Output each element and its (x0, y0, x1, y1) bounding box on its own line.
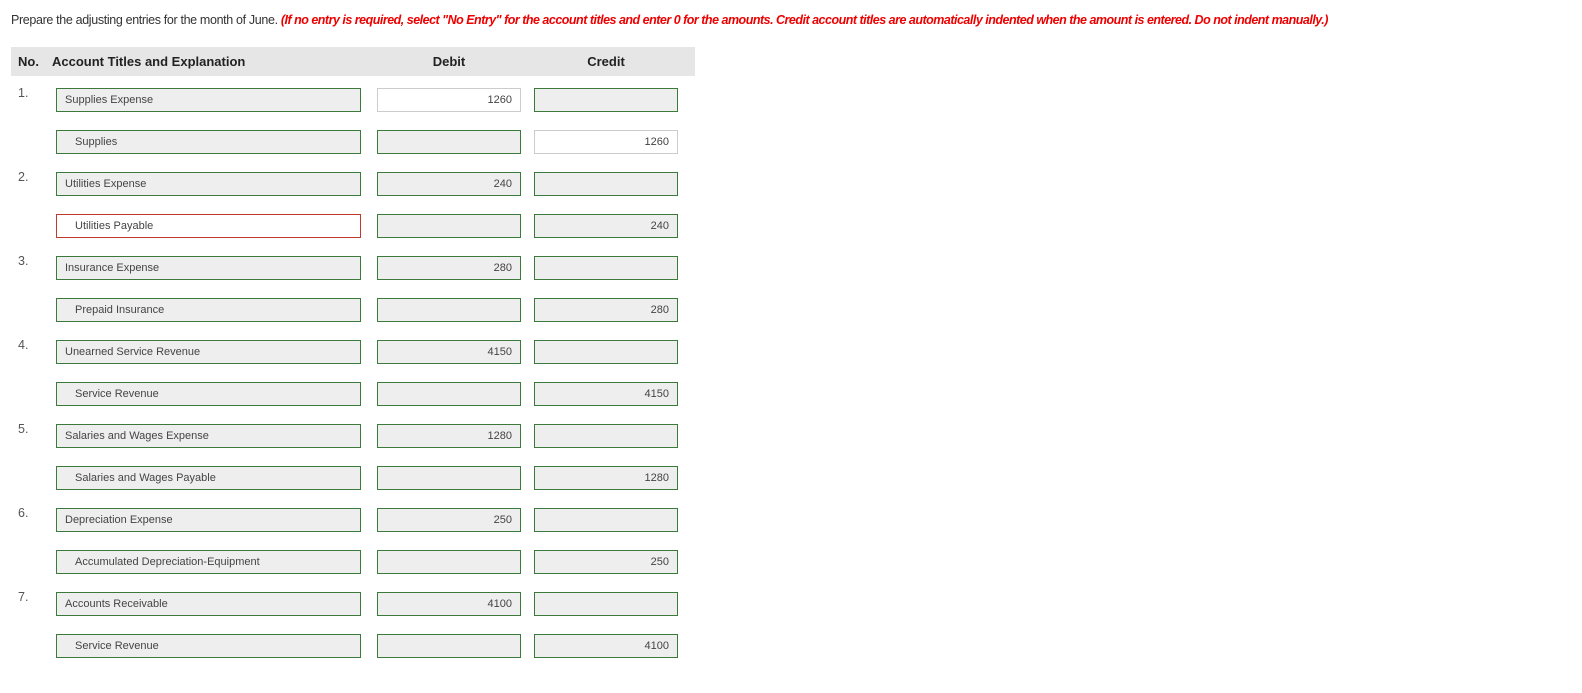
credit-input[interactable] (534, 424, 678, 448)
debit-input[interactable] (377, 634, 521, 658)
debit-input[interactable] (377, 382, 521, 406)
credit-input[interactable]: 4100 (534, 634, 678, 658)
debit-input[interactable]: 4100 (377, 592, 521, 616)
table-body: 1. Supplies Expense 1260 Supplies 1260 2… (11, 76, 695, 669)
table-row: 6. Depreciation Expense 250 (11, 501, 695, 543)
credit-input[interactable]: 1280 (534, 466, 678, 490)
table-row: 5. Salaries and Wages Expense 1280 (11, 417, 695, 459)
debit-input[interactable]: 4150 (377, 340, 521, 364)
credit-input[interactable] (534, 88, 678, 112)
debit-input[interactable] (377, 130, 521, 154)
account-title-input[interactable]: Unearned Service Revenue (56, 340, 361, 364)
debit-input[interactable] (377, 466, 521, 490)
entry-number: 3. (18, 254, 29, 268)
instructions: Prepare the adjusting entries for the mo… (11, 13, 1328, 27)
header-debit: Debit (432, 54, 466, 69)
header-no: No. (18, 54, 39, 69)
header-credit: Credit (587, 54, 625, 69)
table-row: Service Revenue 4100 (11, 627, 695, 669)
table-row: 3. Insurance Expense 280 (11, 249, 695, 291)
credit-input[interactable] (534, 256, 678, 280)
credit-input[interactable]: 280 (534, 298, 678, 322)
debit-input[interactable] (377, 298, 521, 322)
journal-entry-table: No. Account Titles and Explanation Debit… (11, 47, 695, 669)
table-header: No. Account Titles and Explanation Debit… (11, 47, 695, 76)
account-title-input[interactable]: Utilities Expense (56, 172, 361, 196)
table-row: Utilities Payable 240 (11, 207, 695, 249)
table-row: 2. Utilities Expense 240 (11, 165, 695, 207)
account-title-input[interactable]: Accumulated Depreciation-Equipment (56, 550, 361, 574)
credit-input[interactable]: 4150 (534, 382, 678, 406)
credit-input[interactable] (534, 592, 678, 616)
table-row: 7. Accounts Receivable 4100 (11, 585, 695, 627)
credit-input[interactable]: 250 (534, 550, 678, 574)
debit-input[interactable]: 240 (377, 172, 521, 196)
instructions-note: (If no entry is required, select "No Ent… (280, 13, 1329, 27)
debit-input[interactable] (377, 550, 521, 574)
credit-input[interactable] (534, 508, 678, 532)
table-row: Supplies 1260 (11, 123, 695, 165)
entry-number: 6. (18, 506, 29, 520)
debit-input[interactable] (377, 214, 521, 238)
account-title-input[interactable]: Salaries and Wages Payable (56, 466, 361, 490)
account-title-input[interactable]: Service Revenue (56, 382, 361, 406)
account-title-input[interactable]: Prepaid Insurance (56, 298, 361, 322)
credit-input[interactable]: 240 (534, 214, 678, 238)
entry-number: 7. (18, 590, 29, 604)
account-title-input[interactable]: Accounts Receivable (56, 592, 361, 616)
table-row: Accumulated Depreciation-Equipment 250 (11, 543, 695, 585)
entry-number: 1. (18, 86, 29, 100)
account-title-input[interactable]: Insurance Expense (56, 256, 361, 280)
credit-input[interactable] (534, 340, 678, 364)
table-row: Salaries and Wages Payable 1280 (11, 459, 695, 501)
account-title-input[interactable]: Depreciation Expense (56, 508, 361, 532)
account-title-input[interactable]: Salaries and Wages Expense (56, 424, 361, 448)
entry-number: 4. (18, 338, 29, 352)
table-row: Service Revenue 4150 (11, 375, 695, 417)
instructions-text: Prepare the adjusting entries for the mo… (11, 13, 278, 27)
account-title-input[interactable]: Supplies Expense (56, 88, 361, 112)
account-title-input[interactable]: Supplies (56, 130, 361, 154)
table-row: 1. Supplies Expense 1260 (11, 81, 695, 123)
table-row: Prepaid Insurance 280 (11, 291, 695, 333)
credit-input[interactable]: 1260 (534, 130, 678, 154)
debit-input[interactable]: 250 (377, 508, 521, 532)
debit-input[interactable]: 1260 (377, 88, 521, 112)
debit-input[interactable]: 280 (377, 256, 521, 280)
entry-number: 5. (18, 422, 29, 436)
debit-input[interactable]: 1280 (377, 424, 521, 448)
account-title-input[interactable]: Utilities Payable (56, 214, 361, 238)
table-row: 4. Unearned Service Revenue 4150 (11, 333, 695, 375)
entry-number: 2. (18, 170, 29, 184)
credit-input[interactable] (534, 172, 678, 196)
header-account-titles: Account Titles and Explanation (52, 54, 246, 69)
account-title-input[interactable]: Service Revenue (56, 634, 361, 658)
